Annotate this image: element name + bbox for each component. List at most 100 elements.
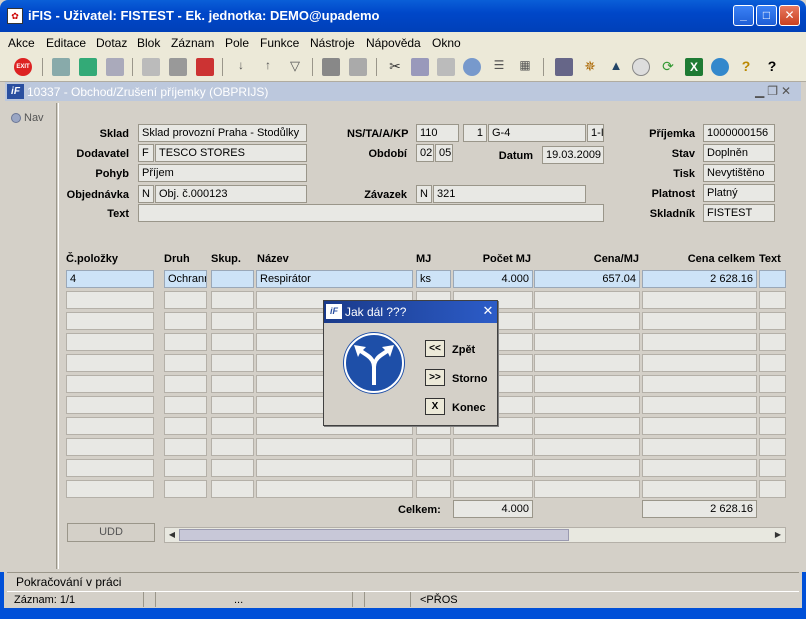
table-cell-cena_mj[interactable] — [534, 333, 640, 351]
table-cell-cena_mj[interactable] — [534, 354, 640, 372]
table-cell-cena_mj[interactable]: 657.04 — [534, 270, 640, 288]
table-cell-cena_celkem[interactable] — [642, 312, 757, 330]
minimize-button[interactable]: _ — [733, 5, 754, 26]
table-cell-polozka[interactable] — [66, 417, 154, 435]
table-cell-text[interactable] — [759, 480, 786, 498]
table-cell-cena_celkem[interactable] — [642, 333, 757, 351]
table-cell-polozka[interactable] — [66, 396, 154, 414]
table-cell-text[interactable] — [759, 333, 786, 351]
scrollbar-thumb[interactable] — [179, 529, 569, 541]
datum-field[interactable]: 19.03.2009 — [542, 146, 604, 164]
table-cell-text[interactable] — [759, 354, 786, 372]
table-cell-skup[interactable] — [211, 459, 254, 477]
table-cell-druh[interactable] — [164, 480, 207, 498]
dialog-close-button[interactable]: ✕ — [481, 304, 495, 318]
menu-okno[interactable]: Okno — [432, 36, 461, 50]
zavazek-field[interactable]: 321 — [433, 185, 586, 203]
total-pocet-field[interactable]: 4.000 — [453, 500, 533, 518]
menu-pole[interactable]: Pole — [225, 36, 249, 50]
table-cell-cena_celkem[interactable] — [642, 417, 757, 435]
table-cell-polozka[interactable] — [66, 291, 154, 309]
table-cell-polozka[interactable] — [66, 459, 154, 477]
list-icon[interactable]: ☰ — [490, 58, 508, 76]
table-cell-pocet[interactable] — [453, 459, 533, 477]
menu-nastroje[interactable]: Nástroje — [310, 36, 355, 50]
text-field[interactable] — [138, 204, 604, 222]
sklad-field[interactable]: Sklad provozní Praha - Stodůlky — [138, 124, 307, 142]
ns-field-4[interactable]: 1-I — [587, 124, 604, 142]
table-cell-polozka[interactable] — [66, 312, 154, 330]
table-cell-text[interactable] — [759, 312, 786, 330]
clock-icon[interactable] — [632, 58, 650, 76]
udd-button[interactable]: UDD — [67, 523, 155, 542]
skladnik-field[interactable]: FISTEST — [703, 204, 775, 222]
calculator-icon[interactable] — [555, 58, 573, 76]
sort-desc-icon[interactable]: ↑ — [259, 58, 277, 76]
table-cell-polozka[interactable] — [66, 438, 154, 456]
zpet-button[interactable]: << — [425, 340, 445, 357]
stav-field[interactable]: Doplněn — [703, 144, 775, 162]
table-cell-cena_celkem[interactable] — [642, 459, 757, 477]
dodavatel-field[interactable]: TESCO STORES — [155, 144, 307, 162]
title-bar[interactable]: ✿ iFIS - Uživatel: FISTEST - Ek. jednotk… — [0, 0, 806, 32]
close-icon[interactable]: ✕ — [781, 84, 794, 98]
table-cell-polozka[interactable] — [66, 480, 154, 498]
table-cell-cena_mj[interactable] — [534, 480, 640, 498]
table-cell-polozka[interactable] — [66, 333, 154, 351]
zavazek-flag[interactable]: N — [416, 185, 432, 203]
ifis-app-icon[interactable]: ✿ — [7, 8, 23, 24]
menu-dotaz[interactable]: Dotaz — [96, 36, 127, 50]
menu-zaznam[interactable]: Záznam — [171, 36, 214, 50]
table-cell-druh[interactable] — [164, 333, 207, 351]
grid-icon[interactable]: ▦ — [516, 58, 534, 76]
prijemka-field[interactable]: 1000000156 — [703, 124, 775, 142]
platnost-field[interactable]: Platný — [703, 184, 775, 202]
cut-icon[interactable]: ✂ — [386, 58, 404, 76]
menu-akce[interactable]: Akce — [8, 36, 35, 50]
sort-asc-icon[interactable]: ↓ — [232, 58, 250, 76]
table-cell-druh[interactable] — [164, 291, 207, 309]
maximize-button[interactable]: □ — [756, 5, 777, 26]
menu-napoveda[interactable]: Nápověda — [366, 36, 421, 50]
table-cell-mj[interactable] — [416, 459, 451, 477]
dialog-titlebar[interactable]: iF Jak dál ??? ✕ — [324, 301, 497, 323]
table-cell-cena_mj[interactable] — [534, 459, 640, 477]
dodavatel-flag[interactable]: F — [138, 144, 154, 162]
table-cell-druh[interactable] — [164, 312, 207, 330]
table-cell-polozka[interactable] — [66, 375, 154, 393]
table-cell-druh[interactable] — [164, 354, 207, 372]
table-cell-mj[interactable] — [416, 480, 451, 498]
table-cell-pocet[interactable]: 4.000 — [453, 270, 533, 288]
table-cell-druh[interactable] — [164, 375, 207, 393]
query-icon[interactable] — [142, 58, 160, 76]
table-cell-skup[interactable] — [211, 291, 254, 309]
refresh-icon[interactable]: ⟳ — [659, 58, 677, 76]
table-cell-skup[interactable] — [211, 480, 254, 498]
table-cell-text[interactable] — [759, 438, 786, 456]
child-window-controls[interactable]: ▁❐✕ — [755, 84, 794, 98]
table-cell-cena_mj[interactable] — [534, 312, 640, 330]
table-cell-polozka[interactable]: 4 — [66, 270, 154, 288]
table-cell-skup[interactable] — [211, 417, 254, 435]
table-cell-cena_celkem[interactable] — [642, 291, 757, 309]
table-cell-pocet[interactable] — [453, 480, 533, 498]
table-cell-druh[interactable] — [164, 438, 207, 456]
storno-button[interactable]: >> — [425, 369, 445, 386]
table-cell-skup[interactable] — [211, 270, 254, 288]
table-cell-skup[interactable] — [211, 438, 254, 456]
settings-wheel-icon[interactable]: ✵ — [581, 58, 599, 76]
table-cell-cena_celkem[interactable] — [642, 354, 757, 372]
table-cell-skup[interactable] — [211, 312, 254, 330]
table-cell-druh[interactable] — [164, 417, 207, 435]
nav-radio[interactable] — [11, 113, 21, 123]
print-preview-icon[interactable] — [349, 58, 367, 76]
table-cell-pocet[interactable] — [453, 438, 533, 456]
menu-blok[interactable]: Blok — [137, 36, 160, 50]
paste-icon[interactable] — [437, 58, 455, 76]
scroll-right-icon[interactable]: ▶ — [772, 529, 784, 541]
excel-icon[interactable]: X — [685, 58, 703, 76]
table-cell-cena_mj[interactable] — [534, 417, 640, 435]
table-cell-nazev[interactable] — [256, 459, 413, 477]
pohyb-field[interactable]: Příjem — [138, 164, 307, 182]
table-cell-cena_celkem[interactable] — [642, 375, 757, 393]
